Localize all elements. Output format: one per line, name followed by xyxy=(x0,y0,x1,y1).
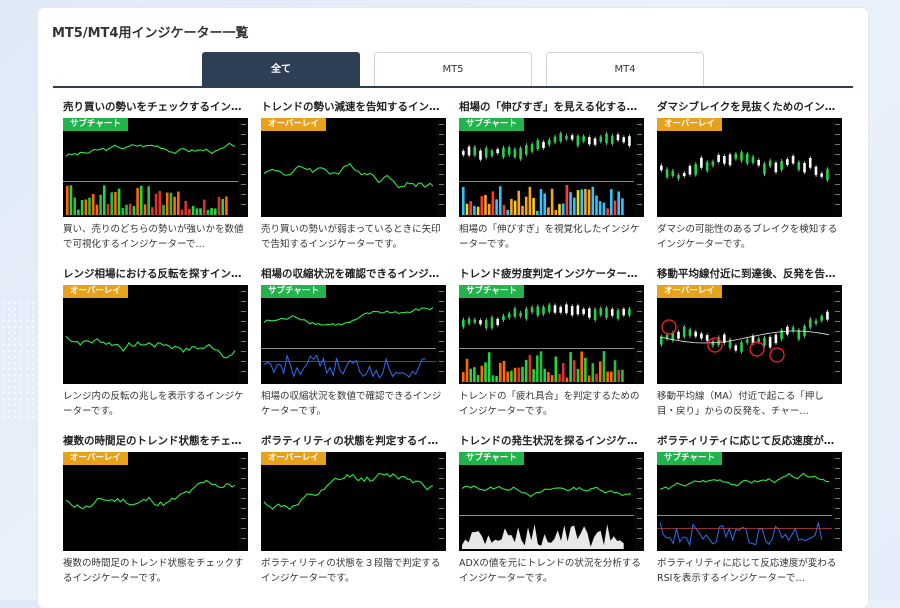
card-title[interactable]: 売り買いの勢いをチェックするイン… xyxy=(63,100,248,114)
card-description: ボラティリティに応じて反応速度が変わるRSIを表示するインジケーターで… xyxy=(657,558,837,584)
indicator-card[interactable]: 売り買いの勢いをチェックするイン… サブチャート買い、売りのどちらの勢いが強いかを… xyxy=(63,100,248,260)
subchart-badge: サブチャート xyxy=(459,452,524,465)
chart-drawing xyxy=(263,118,446,217)
indicator-card[interactable]: ボラティリティに応じて反応速度が… サブチャートボラティリティに応じて反応速度が変… xyxy=(657,434,842,594)
indicator-panel: MT5/MT4用インジケーター一覧 全て MT5 MT4 売り買いの勢いをチェッ… xyxy=(38,8,868,608)
tab-underline xyxy=(53,86,853,88)
card-title[interactable]: ダマシブレイクを見抜くためのイン… xyxy=(657,100,842,114)
chart-thumbnail[interactable]: サブチャート xyxy=(459,452,644,551)
chart-drawing xyxy=(261,285,446,384)
chart-drawing xyxy=(63,118,248,217)
chart-thumbnail[interactable]: オーバーレイ xyxy=(261,118,446,217)
card-title[interactable]: ボラティリティの状態を判定するイ… xyxy=(261,434,446,448)
overlay-badge: オーバーレイ xyxy=(63,285,128,298)
chart-thumbnail[interactable]: オーバーレイ xyxy=(657,285,842,384)
chart-drawing xyxy=(263,452,446,551)
indicator-card[interactable]: トレンド疲労度判定インジケーター… サブチャートトレンドの「疲れ具合」を判定するた… xyxy=(459,267,644,427)
indicator-card[interactable]: 移動平均線付近に到達後、反発を告… オーバーレイ移動平均線（MA）付近で起こる「押… xyxy=(657,267,842,427)
chart-thumbnail[interactable]: サブチャート xyxy=(459,118,644,217)
tab-mt5[interactable]: MT5 xyxy=(374,52,532,86)
card-title[interactable]: レンジ相場における反転を探すイン… xyxy=(63,267,248,281)
card-description: 移動平均線（MA）付近で起こる「押し目・戻り」からの反発を、チャー… xyxy=(657,391,824,417)
subchart-badge: サブチャート xyxy=(459,285,524,298)
card-title[interactable]: 移動平均線付近に到達後、反発を告… xyxy=(657,267,842,281)
card-title[interactable]: トレンドの勢い減速を告知するイン… xyxy=(261,100,446,114)
chart-drawing xyxy=(659,285,842,384)
tab-all[interactable]: 全て xyxy=(202,52,360,86)
chart-thumbnail[interactable]: サブチャート xyxy=(657,452,842,551)
chart-drawing xyxy=(65,452,248,551)
overlay-badge: オーバーレイ xyxy=(261,452,326,465)
chart-thumbnail[interactable]: オーバーレイ xyxy=(261,452,446,551)
page-title: MT5/MT4用インジケーター一覧 xyxy=(52,26,249,41)
card-title[interactable]: 相場の収縮状況を確認できるインジ… xyxy=(261,267,446,281)
chart-drawing xyxy=(459,452,644,551)
chart-drawing xyxy=(657,452,842,551)
chart-thumbnail[interactable]: サブチャート xyxy=(261,285,446,384)
indicator-card[interactable]: ボラティリティの状態を判定するイ… オーバーレイボラティリティの状態を３段階で判定… xyxy=(261,434,446,594)
chart-thumbnail[interactable]: オーバーレイ xyxy=(63,452,248,551)
overlay-badge: オーバーレイ xyxy=(657,285,722,298)
card-description: トレンドの「疲れ具合」を判定するためのインジケーターです。 xyxy=(459,391,640,417)
indicator-card[interactable]: 相場の「伸びすぎ」を見える化する… サブチャート相場の「伸びすぎ」を視覚化したイン… xyxy=(459,100,644,260)
card-description: ADXの値を元にトレンドの状況を分析するインジケーターです。 xyxy=(459,558,641,584)
tab-mt4[interactable]: MT4 xyxy=(546,52,704,86)
card-description: 相場の「伸びすぎ」を視覚化したインジケーターです。 xyxy=(459,224,640,250)
card-title[interactable]: トレンドの発生状況を探るインジケ… xyxy=(459,434,644,448)
card-title[interactable]: トレンド疲労度判定インジケーター… xyxy=(459,267,644,281)
card-description: ボラティリティの状態を３段階で判定するインジケーターです。 xyxy=(261,558,441,584)
subchart-badge: サブチャート xyxy=(63,118,128,131)
indicator-card[interactable]: トレンドの発生状況を探るインジケ… サブチャート ADXの値を元にトレンドの状況を分… xyxy=(459,434,644,594)
platform-tabs: 全て MT5 MT4 xyxy=(38,52,868,88)
indicator-card[interactable]: ダマシブレイクを見抜くためのイン… オーバーレイダマシの可能性のあるブレイクを検知… xyxy=(657,100,842,260)
overlay-badge: オーバーレイ xyxy=(657,118,722,131)
decorative-dots xyxy=(0,300,40,420)
card-title[interactable]: ボラティリティに応じて反応速度が… xyxy=(657,434,842,448)
card-description: 複数の時間足のトレンド状態をチェックするインジケーターです。 xyxy=(63,558,244,584)
indicator-card[interactable]: トレンドの勢い減速を告知するイン… オーバーレイ売り買いの勢いが弱まっているときに… xyxy=(261,100,446,260)
subchart-badge: サブチャート xyxy=(459,118,524,131)
chart-drawing xyxy=(459,285,644,384)
card-description: 相場の収縮状況を数値で確認できるインジケーターです。 xyxy=(261,391,442,417)
chart-thumbnail[interactable]: オーバーレイ xyxy=(657,118,842,217)
card-description: 買い、売りのどちらの勢いが強いかを数値で可視化するインジケーターで… xyxy=(63,224,244,250)
overlay-badge: オーバーレイ xyxy=(261,118,326,131)
card-title[interactable]: 複数の時間足のトレンド状態をチェ… xyxy=(63,434,248,448)
chart-drawing xyxy=(459,118,644,217)
subchart-badge: サブチャート xyxy=(261,285,326,298)
chart-thumbnail[interactable]: サブチャート xyxy=(63,118,248,217)
chart-thumbnail[interactable]: オーバーレイ xyxy=(63,285,248,384)
card-title[interactable]: 相場の「伸びすぎ」を見える化する… xyxy=(459,100,644,114)
card-description: ダマシの可能性のあるブレイクを検知するインジケーターです。 xyxy=(657,224,838,250)
indicator-card[interactable]: レンジ相場における反転を探すイン… オーバーレイレンジ内の反転の兆しを表示するイン… xyxy=(63,267,248,427)
indicator-card[interactable]: 複数の時間足のトレンド状態をチェ… オーバーレイ複数の時間足のトレンド状態をチェッ… xyxy=(63,434,248,594)
chart-thumbnail[interactable]: サブチャート xyxy=(459,285,644,384)
chart-drawing xyxy=(65,285,248,384)
subchart-badge: サブチャート xyxy=(657,452,722,465)
card-description: レンジ内の反転の兆しを表示するインジケーターです。 xyxy=(63,391,244,417)
card-description: 売り買いの勢いが弱まっているときに矢印で告知するインジケーターです。 xyxy=(261,224,441,250)
indicator-card[interactable]: 相場の収縮状況を確認できるインジ… サブチャート相場の収縮状況を数値で確認できるイ… xyxy=(261,267,446,427)
overlay-badge: オーバーレイ xyxy=(63,452,128,465)
chart-drawing xyxy=(660,118,842,217)
